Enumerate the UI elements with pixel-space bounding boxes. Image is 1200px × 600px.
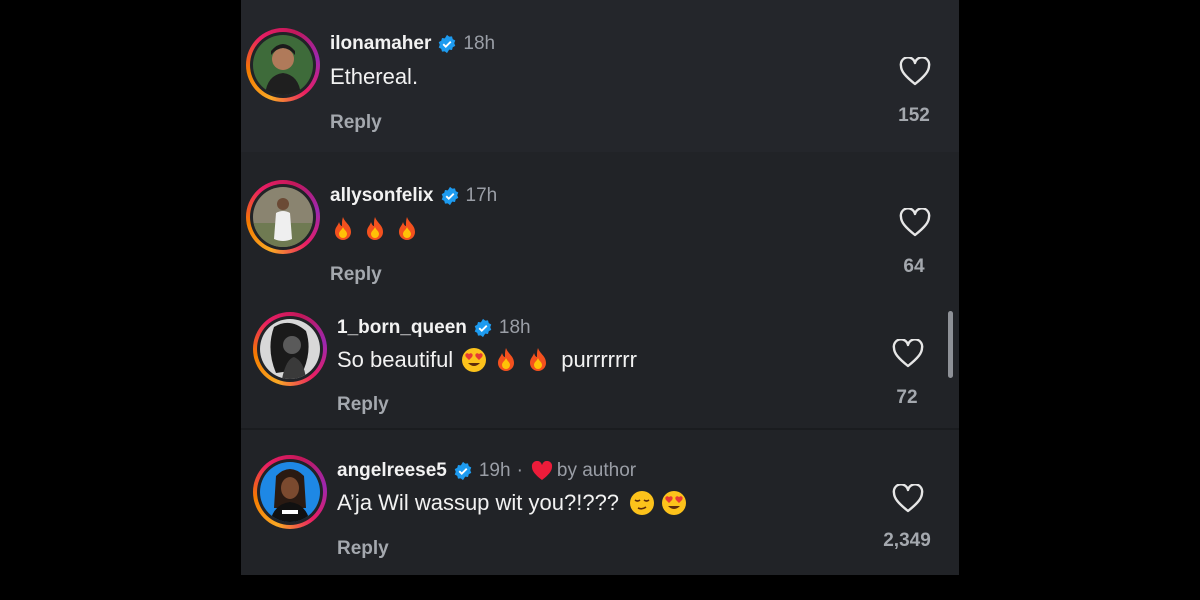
comment-text: A’ja Wil wassup wit you?!??? — [337, 490, 620, 515]
avatar[interactable] — [246, 28, 320, 102]
fire-emoji-icon — [525, 347, 551, 373]
verified-badge-icon — [473, 318, 493, 338]
username[interactable]: angelreese5 — [337, 460, 447, 482]
comment: allysonfelix 17h Reply 64 — [241, 152, 959, 298]
fire-emoji-icon — [394, 216, 420, 242]
like-count: 2,349 — [883, 530, 931, 551]
heart-eyes-emoji-icon — [461, 347, 487, 373]
avatar[interactable] — [253, 455, 327, 529]
profile-photo-icon — [260, 462, 320, 522]
heart-outline-icon[interactable] — [892, 339, 924, 369]
reply-button[interactable]: Reply — [330, 264, 382, 286]
relieved-face-emoji-icon — [629, 490, 655, 516]
red-heart-icon — [531, 461, 553, 481]
profile-photo-icon — [253, 187, 313, 247]
username[interactable]: ilonamaher — [330, 33, 431, 55]
comments-panel: ilonamaher 18h Ethereal. Reply 152 allys… — [241, 0, 959, 575]
like-count: 64 — [903, 256, 925, 277]
scrollbar[interactable] — [948, 311, 953, 378]
verified-badge-icon — [440, 186, 460, 206]
comment-text: Ethereal. — [330, 64, 419, 89]
username[interactable]: allysonfelix — [330, 185, 434, 207]
comment-text: So beautiful — [337, 347, 454, 372]
liked-by-author-label: by author — [556, 460, 637, 481]
comment: angelreese5 19h · by author A’ja Wil was… — [241, 430, 959, 575]
heart-outline-icon[interactable] — [892, 484, 924, 514]
heart-outline-icon[interactable] — [899, 57, 931, 87]
timestamp: 18h — [463, 33, 496, 54]
comment-text-suffix: purrrrrrr — [561, 347, 637, 372]
timestamp: 17h — [465, 185, 498, 206]
reply-button[interactable]: Reply — [330, 112, 382, 134]
verified-badge-icon — [453, 461, 473, 481]
reply-button[interactable]: Reply — [337, 538, 389, 560]
profile-photo-icon — [260, 319, 320, 379]
fire-emoji-icon — [330, 216, 356, 242]
timestamp: 19h — [478, 460, 511, 481]
like-count: 152 — [898, 105, 930, 126]
avatar[interactable] — [253, 312, 327, 386]
fire-emoji-icon — [493, 347, 519, 373]
username[interactable]: 1_born_queen — [337, 317, 467, 339]
comment: ilonamaher 18h Ethereal. Reply 152 — [241, 0, 959, 152]
reply-button[interactable]: Reply — [337, 394, 389, 416]
verified-badge-icon — [437, 34, 457, 54]
timestamp: 18h — [498, 317, 531, 338]
comment: 1_born_queen 18h So beautiful purrrrrrr … — [241, 298, 959, 429]
profile-photo-icon — [253, 35, 313, 95]
like-count: 72 — [896, 387, 918, 408]
fire-emoji-icon — [362, 216, 388, 242]
heart-eyes-emoji-icon — [661, 490, 687, 516]
separator-dot: · — [516, 460, 523, 481]
avatar[interactable] — [246, 180, 320, 254]
heart-outline-icon[interactable] — [899, 208, 931, 238]
